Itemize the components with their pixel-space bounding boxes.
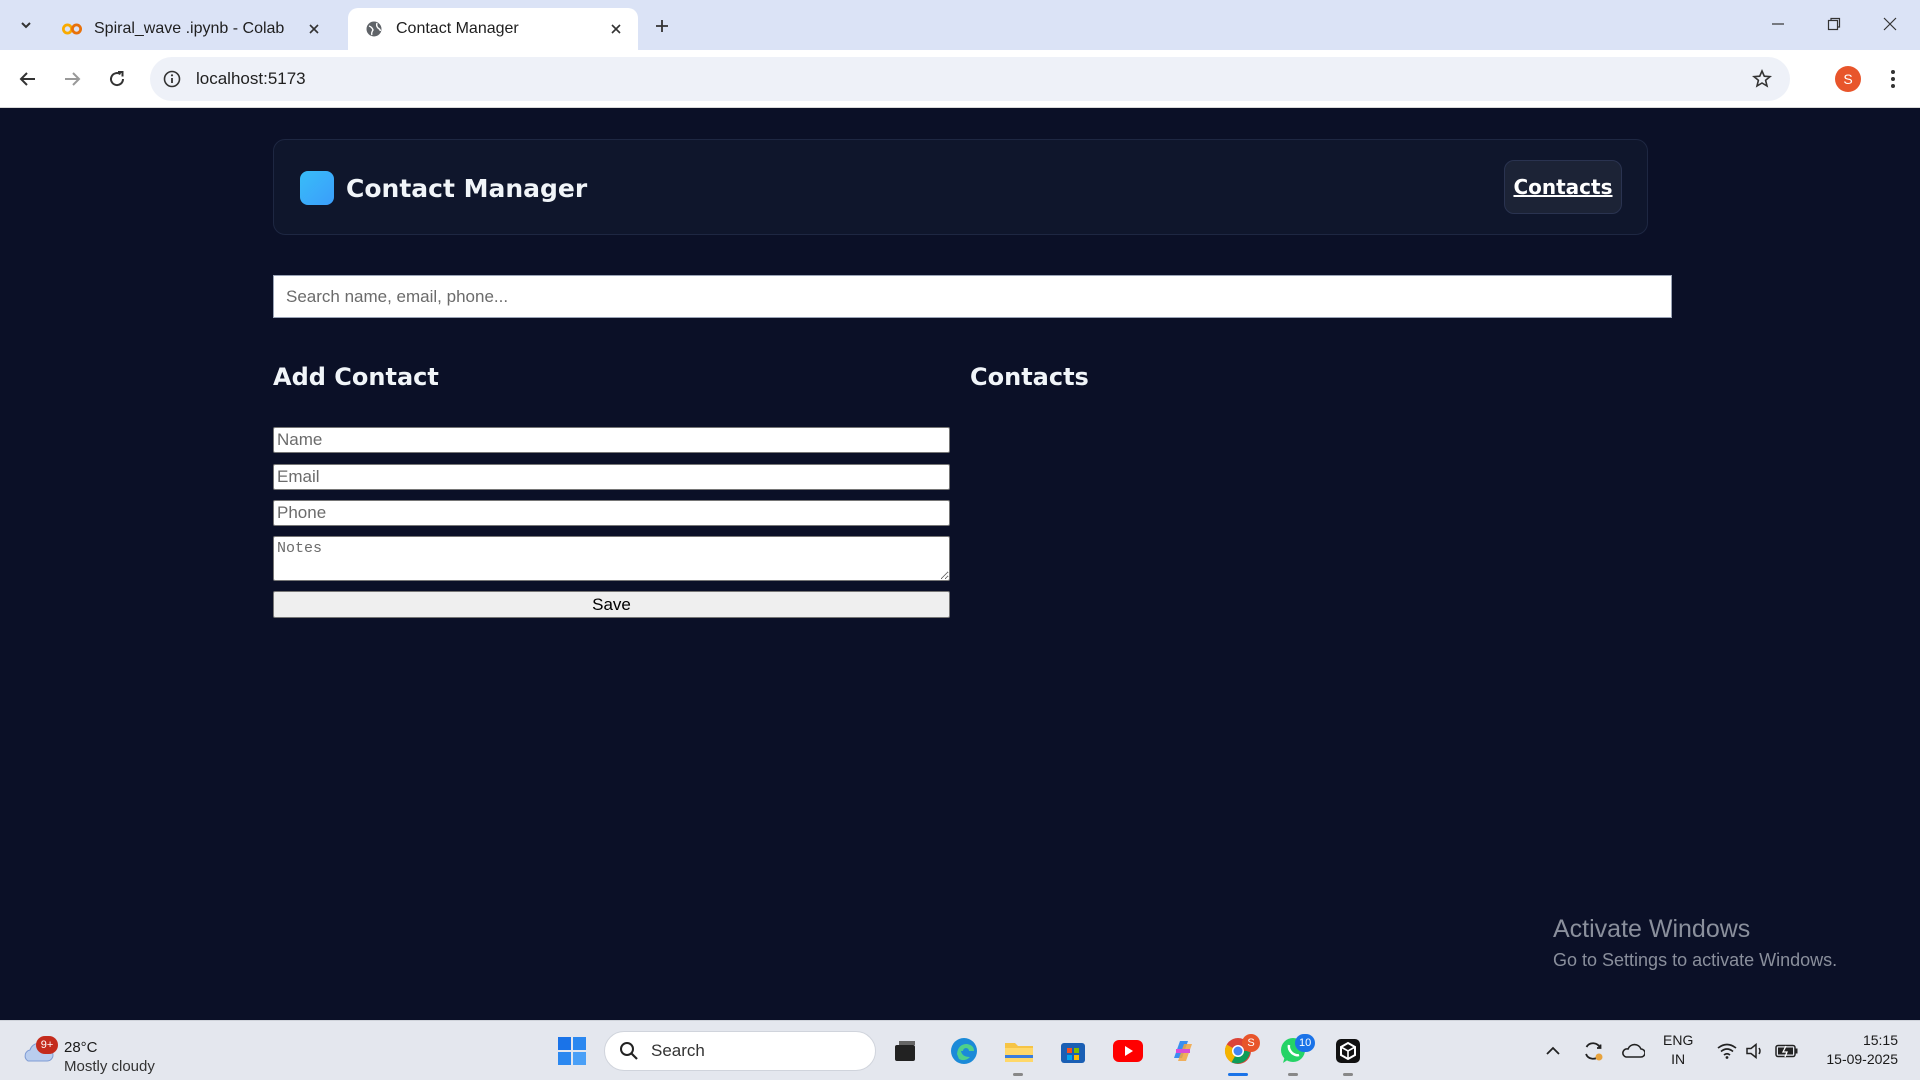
sync-icon (1585, 1042, 1603, 1061)
app-logo-icon (300, 171, 334, 205)
store-button[interactable] (1053, 1031, 1093, 1071)
running-indicator (1343, 1073, 1353, 1076)
windows-icon (558, 1037, 586, 1065)
app-button[interactable] (1328, 1031, 1368, 1071)
profile-avatar[interactable]: S (1835, 66, 1861, 92)
battery-charging-icon (1775, 1044, 1798, 1058)
tab-title: Contact Manager (396, 20, 519, 37)
running-indicator (1013, 1073, 1023, 1076)
chrome-button[interactable]: S (1218, 1031, 1260, 1071)
speaker-icon (1746, 1043, 1761, 1059)
youtube-icon (1113, 1040, 1143, 1062)
new-tab-button[interactable] (648, 12, 676, 40)
taskbar-search-label: Search (651, 1041, 705, 1060)
minimize-icon (1772, 23, 1784, 25)
tab-contact-manager[interactable]: Contact Manager (348, 8, 638, 50)
weather-widget[interactable]: 9+ 28°C Mostly cloudy (20, 1029, 180, 1075)
name-field[interactable] (273, 427, 950, 453)
watermark-subtitle: Go to Settings to activate Windows. (1553, 950, 1838, 970)
language-indicator[interactable]: ENG IN (1663, 1031, 1693, 1069)
more-menu-button[interactable] (1880, 64, 1906, 94)
reload-icon (110, 71, 125, 87)
task-view-button[interactable] (885, 1031, 925, 1071)
close-icon[interactable] (606, 19, 626, 39)
arrow-left-icon (19, 72, 35, 86)
weather-condition: Mostly cloudy (64, 1058, 155, 1075)
region-code: IN (1671, 1051, 1686, 1067)
show-hidden-icons-button[interactable] (1538, 1031, 1568, 1071)
site-info-icon[interactable] (160, 67, 184, 91)
onedrive-button[interactable] (1618, 1031, 1648, 1071)
system-clock[interactable]: 15:15 15-09-2025 (1818, 1031, 1898, 1069)
copilot-icon (1174, 1041, 1192, 1061)
clock-date: 15-09-2025 (1826, 1051, 1898, 1067)
watermark-title: Activate Windows (1553, 915, 1751, 943)
url-text: localhost:5173 (196, 69, 306, 88)
email-field[interactable] (273, 464, 950, 490)
start-button[interactable] (552, 1031, 592, 1071)
chevron-down-icon (21, 22, 31, 29)
running-indicator (1288, 1073, 1298, 1076)
copilot-button[interactable] (1163, 1031, 1203, 1071)
close-window-button[interactable] (1862, 0, 1918, 48)
whatsapp-button[interactable]: 10 (1273, 1031, 1316, 1071)
search-input[interactable] (273, 275, 1672, 318)
plus-icon (656, 20, 668, 32)
taskbar: 9+ 28°C Mostly cloudy Search S 10 ENG IN… (0, 1020, 1920, 1080)
more-vertical-icon (1891, 70, 1895, 88)
sync-button[interactable] (1578, 1031, 1608, 1071)
tab-search-button[interactable] (12, 12, 40, 38)
cube-app-icon (1336, 1039, 1360, 1063)
chrome-badge: S (1242, 1034, 1260, 1052)
search-icon (620, 1042, 638, 1060)
bookmark-star-icon[interactable] (1750, 67, 1774, 91)
taskbar-search[interactable]: Search (604, 1031, 876, 1071)
language-code: ENG (1663, 1032, 1694, 1048)
reload-button[interactable] (102, 64, 132, 94)
chevron-up-icon (1546, 1046, 1560, 1055)
wifi-icon (1717, 1043, 1737, 1059)
edge-button[interactable] (944, 1031, 984, 1071)
battery-button[interactable] (1771, 1031, 1803, 1071)
volume-button[interactable] (1740, 1031, 1770, 1071)
restore-button[interactable] (1806, 0, 1862, 48)
globe-icon (364, 19, 384, 39)
youtube-button[interactable] (1108, 1031, 1148, 1071)
address-bar[interactable]: localhost:5173 (150, 57, 1790, 101)
active-indicator (1228, 1073, 1248, 1076)
minimize-button[interactable] (1750, 0, 1806, 48)
save-button[interactable]: Save (273, 591, 950, 618)
file-explorer-button[interactable] (999, 1031, 1039, 1071)
close-icon[interactable] (304, 19, 324, 39)
tab-title: Spiral_wave .ipynb - Colab (94, 20, 285, 37)
edge-icon (951, 1038, 977, 1064)
colab-icon (62, 19, 82, 39)
forward-button[interactable] (57, 64, 87, 94)
tab-colab[interactable]: Spiral_wave .ipynb - Colab (46, 8, 336, 50)
browser-toolbar: localhost:5173 S (0, 50, 1920, 108)
back-button[interactable] (13, 64, 43, 94)
onedrive-cloud-icon (1622, 1043, 1645, 1058)
nav-link-contacts[interactable]: Contacts (1504, 160, 1622, 214)
phone-field[interactable] (273, 500, 950, 526)
clock-time: 15:15 (1862, 1032, 1898, 1048)
close-icon (1883, 17, 1897, 31)
app-title: Contact Manager (346, 174, 588, 203)
app-header: Contact Manager Contacts (273, 139, 1648, 235)
network-button[interactable] (1712, 1031, 1742, 1071)
whatsapp-badge: 10 (1295, 1034, 1316, 1052)
weather-badge: 9+ (36, 1036, 58, 1054)
store-icon (1061, 1043, 1085, 1063)
contacts-heading: Contacts (970, 363, 1089, 391)
folder-icon (1005, 1043, 1033, 1062)
tab-strip: Spiral_wave .ipynb - Colab Contact Manag… (0, 0, 1920, 50)
add-contact-heading: Add Contact (273, 363, 439, 391)
arrow-right-icon (65, 72, 81, 86)
activate-windows-watermark: Activate Windows Go to Settings to activ… (1553, 915, 1837, 971)
task-view-icon (895, 1041, 915, 1061)
temperature: 28°C (64, 1039, 98, 1056)
restore-icon (1827, 17, 1841, 31)
page-content: Contact Manager Contacts Add Contact Con… (0, 109, 1920, 1020)
notes-field[interactable] (273, 536, 950, 581)
